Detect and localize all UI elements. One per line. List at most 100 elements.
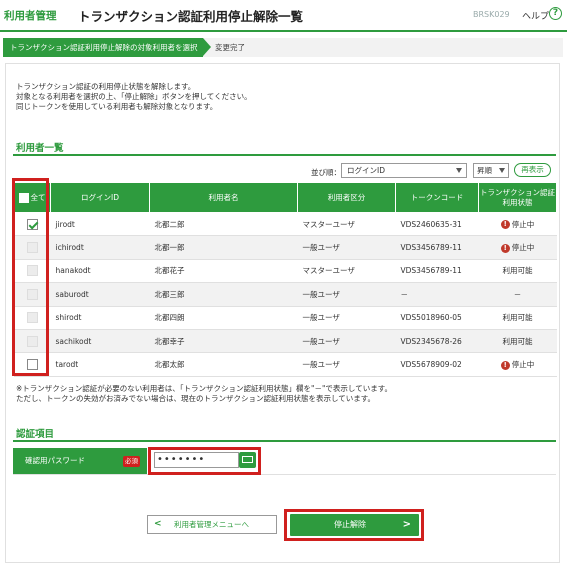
cell-token-code: VDS2460635-31 <box>395 212 479 237</box>
status-text: 利用可能 <box>502 266 533 276</box>
redisplay-button[interactable]: 再表示 <box>514 163 551 177</box>
step-arrow-icon <box>203 38 211 56</box>
cell-token-code: VDS2345678-26 <box>395 329 479 354</box>
back-to-menu-label: 利用者管理メニューへ <box>174 520 249 529</box>
table-row: shirodt 北都四朗 一般ユーザ VDS5018960-05 利用可能 <box>13 306 557 330</box>
cell-status: 利用可能 <box>478 259 557 284</box>
section-divider <box>13 154 556 156</box>
cell-token-code: VDS5018960-05 <box>395 306 479 330</box>
description: トランザクション認証の利用停止状態を解除します。 対象となる利用者を選択の上、「… <box>16 82 252 112</box>
cell-status: 利用可能 <box>478 329 557 354</box>
col-user-name: 利用者名 <box>149 182 298 213</box>
cell-status: 利用可能 <box>478 306 557 330</box>
note-line: ただし、トークンの失効がお済みでない場合は、現在のトランザクション認証利用状態を… <box>16 394 376 403</box>
cell-login-id: hanakodt <box>50 259 150 284</box>
keyboard-icon <box>242 456 253 463</box>
cell-token-code: VDS3456789-11 <box>395 259 479 284</box>
status-text: 停止中 <box>511 360 535 370</box>
step-indicator: トランザクション認証利用停止解除の対象利用者を選択 変更完了 <box>3 38 563 57</box>
table-row: saburodt 北都三郎 一般ユーザ－－ <box>13 282 557 307</box>
step-next: 変更完了 <box>215 43 245 52</box>
table-row: tarodt 北都太郎 一般ユーザ VDS5678909-02! 停止中 <box>13 352 557 377</box>
description-line: 同じトークンを使用している利用者も解除対象となります。 <box>16 102 218 111</box>
table-row: jirodt 北都二郎 マスターユーザ VDS2460635-31! 停止中 <box>13 212 557 237</box>
cell-user-type: マスターユーザ <box>297 212 396 237</box>
col-status-line1: トランザクション認証 <box>480 187 555 197</box>
sort-select-value: ログインID <box>347 166 385 175</box>
row-divider <box>13 474 556 475</box>
help-icon[interactable]: ? <box>549 7 562 20</box>
cell-status: － <box>478 282 557 307</box>
back-to-menu-button[interactable]: < 利用者管理メニューへ <box>147 515 277 534</box>
cell-user-type: 一般ユーザ <box>297 235 396 260</box>
cell-login-id: saburodt <box>50 282 150 307</box>
cell-user-name: 北都花子 <box>149 259 298 284</box>
chevron-left-icon: < <box>154 519 162 529</box>
cell-login-id: ichirodt <box>50 235 150 260</box>
table-row: ichirodt 北都一郎 一般ユーザ VDS3456789-11! 停止中 <box>13 235 557 260</box>
cell-user-name: 北都太郎 <box>149 352 298 377</box>
table-header-row: 全て ログインID 利用者名 利用者区分 トークンコード トランザクション認証利… <box>13 182 557 213</box>
user-table: 全て ログインID 利用者名 利用者区分 トークンコード トランザクション認証利… <box>13 182 557 377</box>
status-text: 利用可能 <box>502 336 533 346</box>
cell-user-name: 北都一郎 <box>149 235 298 260</box>
order-select[interactable]: 昇順 <box>473 163 509 178</box>
chevron-right-icon: > <box>402 519 411 530</box>
cell-user-name: 北都三郎 <box>149 282 298 307</box>
required-badge: 必須 <box>123 456 140 467</box>
cell-token-code: － <box>395 282 479 307</box>
cell-login-id: sachikodt <box>50 329 150 354</box>
cell-status: ! 停止中 <box>478 235 557 260</box>
cell-token-code: VDS3456789-11 <box>395 235 479 260</box>
cell-status: ! 停止中 <box>478 352 557 377</box>
table-row: hanakodt 北都花子 マスターユーザ VDS3456789-11 利用可能 <box>13 259 557 284</box>
cell-login-id: tarodt <box>50 352 150 377</box>
chevron-down-icon <box>499 168 505 173</box>
description-line: 対象となる利用者を選択の上、「停止解除」ボタンを押してください。 <box>16 92 252 101</box>
warning-icon: ! <box>500 243 510 253</box>
col-status: トランザクション認証 利用状態 <box>478 182 557 213</box>
password-input[interactable]: ••••••• <box>154 452 239 468</box>
status-text: 停止中 <box>511 243 535 253</box>
cell-login-id: shirodt <box>50 306 150 330</box>
cell-user-name: 北都四朗 <box>149 306 298 330</box>
cell-user-name: 北都二郎 <box>149 212 298 237</box>
cell-token-code: VDS5678909-02 <box>395 352 479 377</box>
sort-select[interactable]: ログインID <box>341 163 467 178</box>
table-note: ※トランザクション認証が必要のない利用者は、「トランザクション認証利用状態」欄を… <box>16 384 392 404</box>
status-text: － <box>513 289 522 299</box>
col-login-id: ログインID <box>50 182 150 213</box>
cell-user-type: 一般ユーザ <box>297 352 396 377</box>
page-header: 利用者管理 トランザクション認証利用停止解除一覧 BRSK029 ヘルプ ? <box>0 0 567 32</box>
cell-user-type: 一般ユーザ <box>297 282 396 307</box>
help-link[interactable]: ヘルプ <box>522 9 549 22</box>
status-text: 利用可能 <box>502 313 533 323</box>
chevron-down-icon <box>456 168 462 173</box>
warning-icon: ! <box>500 360 510 370</box>
warning-icon: ! <box>500 220 510 230</box>
page-title: トランザクション認証利用停止解除一覧 <box>78 9 304 24</box>
step-current: トランザクション認証利用停止解除の対象利用者を選択 <box>3 38 203 57</box>
table-row: sachikodt 北都幸子 一般ユーザ VDS2345678-26 利用可能 <box>13 329 557 354</box>
description-line: トランザクション認証の利用停止状態を解除します。 <box>16 82 196 91</box>
cell-login-id: jirodt <box>50 212 150 237</box>
cell-user-type: マスターユーザ <box>297 259 396 284</box>
auth-section-title: 認証項目 <box>16 429 55 440</box>
cell-status: ! 停止中 <box>478 212 557 237</box>
section-divider <box>13 440 556 442</box>
user-list-title: 利用者一覧 <box>16 143 64 154</box>
software-keyboard-button[interactable] <box>239 452 256 468</box>
col-status-line2: 利用状態 <box>502 197 533 207</box>
cell-user-type: 一般ユーザ <box>297 329 396 354</box>
section-title: 利用者管理 <box>4 10 57 22</box>
cell-user-type: 一般ユーザ <box>297 306 396 330</box>
screen-code: BRSK029 <box>473 10 510 19</box>
sort-label: 並び順： <box>311 168 341 177</box>
note-line: ※トランザクション認証が必要のない利用者は、「トランザクション認証利用状態」欄を… <box>16 384 392 393</box>
col-token-code: トークンコード <box>395 182 479 213</box>
cell-user-name: 北都幸子 <box>149 329 298 354</box>
stop-release-button[interactable]: 停止解除 > <box>290 514 419 536</box>
col-user-type: 利用者区分 <box>297 182 396 213</box>
stop-release-label: 停止解除 <box>334 520 366 529</box>
highlight-checkbox-column <box>12 178 49 376</box>
